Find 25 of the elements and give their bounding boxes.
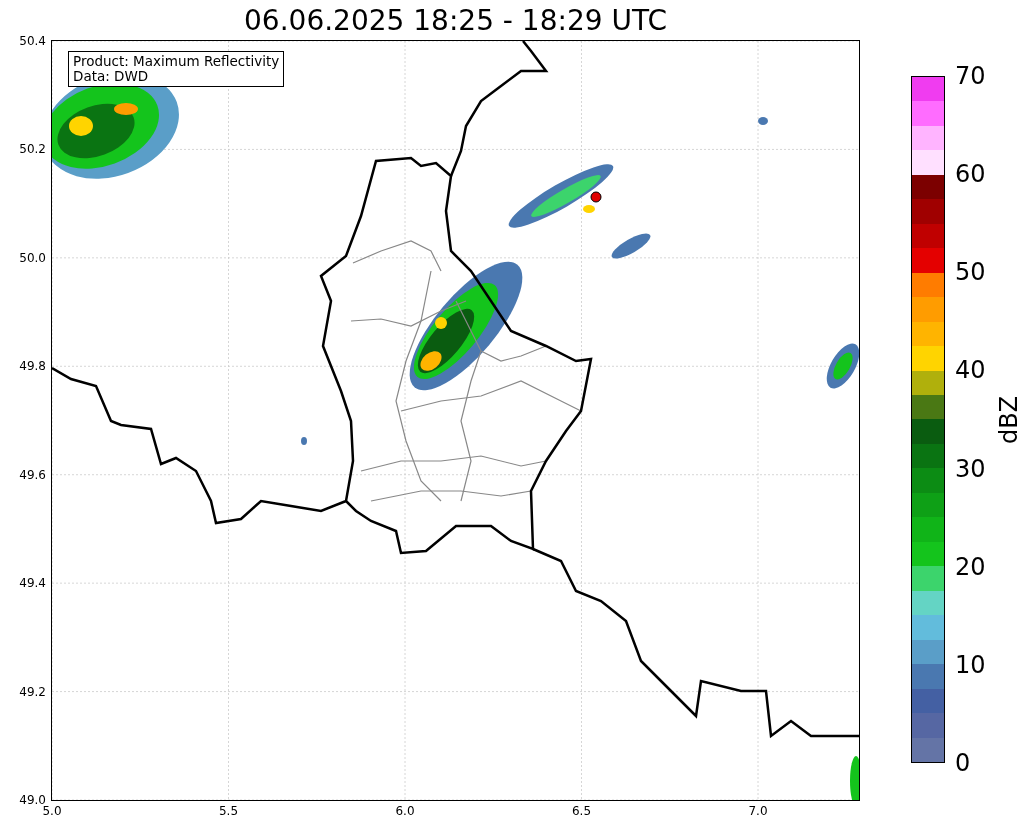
- legend-text: Product: Maximum Reflectivity: [73, 54, 280, 69]
- colorbar-tick-label: 50: [955, 258, 986, 287]
- colorbar-tick-label: 40: [955, 356, 986, 385]
- y-axis-label: 49.4: [19, 576, 46, 591]
- x-axis-label: 6.5: [571, 804, 592, 818]
- colorbar-tick-label: 30: [955, 454, 986, 483]
- y-axis-label: 49.0: [19, 793, 46, 807]
- x-axis-label: 5.0: [42, 804, 62, 818]
- legend-text: Data: DWD: [73, 69, 150, 84]
- colorbar-tick-label: 60: [955, 160, 986, 189]
- colorbar-tick-label: 70: [955, 62, 986, 90]
- x-axis-label: 6.0: [395, 804, 415, 818]
- y-axis-label: 50.2: [19, 142, 46, 157]
- colorbar-tick-label: 20: [955, 552, 986, 581]
- y-axis-label: 50.4: [19, 34, 46, 48]
- chart-title: 06.06.2025 18:25 - 18:29 UTC: [244, 3, 667, 37]
- y-axis-label: 49.6: [19, 467, 46, 482]
- y-axis-label: 50.0: [19, 250, 46, 265]
- colorbar-label: dBZ: [995, 395, 1023, 445]
- y-axis-label: 49.2: [19, 684, 46, 699]
- colorbar-tick-label: 0: [955, 749, 971, 777]
- colorbar-tick-label: 10: [955, 650, 986, 679]
- x-axis-label: 7.0: [748, 804, 768, 818]
- y-axis-label: 49.8: [19, 359, 46, 374]
- x-axis-label: 5.5: [218, 804, 239, 818]
